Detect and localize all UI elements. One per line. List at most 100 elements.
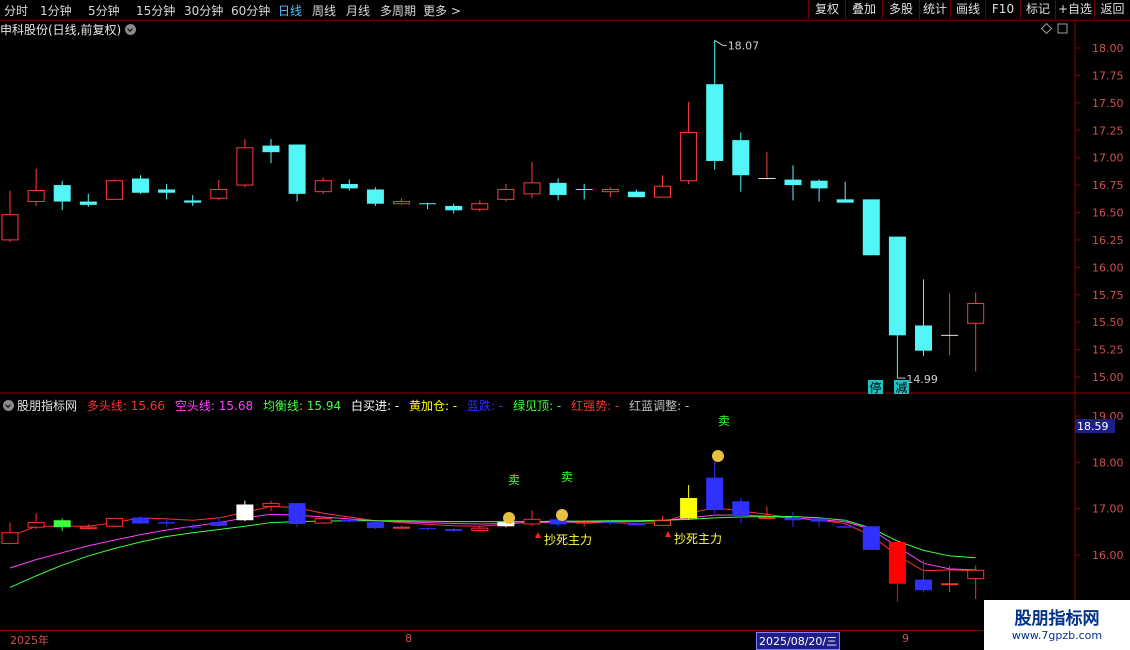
indicator-bar[interactable] — [236, 500, 254, 522]
candle-body — [680, 131, 698, 182]
candle[interactable] — [340, 179, 358, 191]
indicator-bar[interactable] — [967, 565, 985, 600]
axis-month-label: 8 — [405, 632, 412, 645]
candle[interactable] — [210, 179, 228, 201]
candle[interactable] — [627, 189, 645, 198]
green-top-value: 绿见顶: - — [513, 399, 562, 413]
candle[interactable] — [314, 177, 332, 194]
indicator-bar-body — [941, 583, 959, 586]
candle-body — [236, 147, 254, 186]
indicator-bar[interactable] — [706, 459, 724, 514]
candle[interactable] — [862, 199, 880, 256]
indicator-bar[interactable] — [210, 517, 228, 527]
indicator-bar-body — [627, 523, 645, 526]
candle[interactable] — [758, 152, 776, 180]
candle-body — [53, 185, 71, 202]
candle[interactable] — [184, 194, 202, 206]
indicator-bar[interactable] — [523, 510, 541, 526]
indicator-bar[interactable] — [471, 526, 489, 532]
indicator-bar-body — [393, 526, 410, 529]
indicator-bar[interactable] — [419, 527, 437, 531]
indicator-bar[interactable] — [654, 516, 671, 526]
candle[interactable] — [810, 179, 828, 202]
indicator-bar[interactable] — [288, 503, 306, 528]
candle-body — [471, 203, 489, 210]
indicator-bar-body — [967, 569, 985, 580]
indicator-bar[interactable] — [158, 519, 176, 527]
candle[interactable] — [366, 187, 384, 206]
candle[interactable] — [288, 144, 306, 202]
candle[interactable] — [132, 175, 149, 194]
indicator-bar[interactable] — [732, 498, 750, 524]
indicator-bar-body — [784, 517, 802, 521]
candle[interactable] — [79, 193, 97, 208]
indicator-bar[interactable] — [445, 528, 463, 533]
indicator-bar[interactable] — [366, 521, 384, 530]
indicator-bar[interactable] — [862, 526, 880, 550]
candle[interactable] — [967, 292, 985, 372]
candle[interactable] — [105, 179, 123, 200]
candle[interactable] — [888, 236, 906, 379]
candle-body — [967, 303, 985, 324]
price-tick-label: 15.50 — [1092, 316, 1124, 329]
candle[interactable] — [601, 187, 619, 198]
indicator-bar[interactable] — [314, 517, 332, 524]
candle-body — [523, 182, 541, 195]
candle-body — [314, 180, 332, 193]
candle[interactable] — [419, 202, 437, 210]
candle[interactable] — [941, 293, 959, 356]
indicator-bar[interactable] — [27, 513, 45, 530]
candle[interactable] — [236, 139, 254, 188]
chevron-down-icon[interactable] — [125, 24, 137, 35]
indicator-bar[interactable] — [132, 516, 149, 524]
kline-chart[interactable]: 18.00 17.75 17.50 17.25 17.00 16.75 16.50 16.25… — [0, 0, 1130, 650]
indicator-bar-body — [1, 532, 19, 544]
price-tick-label: 18.00 — [1092, 42, 1124, 55]
candle[interactable] — [393, 198, 410, 205]
indicator-bar[interactable] — [105, 517, 123, 527]
candle[interactable] — [445, 203, 463, 214]
indicator-bar[interactable] — [888, 542, 906, 602]
candle[interactable] — [53, 180, 71, 211]
candle[interactable] — [680, 101, 698, 184]
indicator-bar[interactable] — [79, 523, 97, 530]
indicator-bar[interactable] — [53, 518, 71, 531]
candle[interactable] — [706, 40, 724, 170]
price-tick-label: 15.00 — [1092, 371, 1124, 384]
candle[interactable] — [784, 165, 802, 201]
indicator-bar-body — [810, 518, 828, 522]
candle[interactable] — [836, 181, 854, 203]
candle[interactable] — [549, 178, 567, 201]
indicator-bar[interactable] — [262, 500, 280, 511]
indicator-bar[interactable] — [393, 525, 410, 529]
diamond-icon[interactable] — [1040, 22, 1053, 35]
candle[interactable] — [732, 132, 750, 192]
balance-line-value: 均衡线: 15.94 — [262, 399, 342, 413]
candle[interactable] — [471, 200, 489, 212]
candle[interactable] — [27, 168, 45, 206]
price-tick-label: 17.50 — [1092, 97, 1124, 110]
candle-body — [288, 144, 306, 194]
axis-month-label: 9 — [902, 632, 909, 645]
candle[interactable] — [915, 279, 932, 357]
indicator-bar[interactable] — [680, 485, 698, 520]
candle[interactable] — [262, 139, 280, 164]
indicator-bar[interactable] — [810, 517, 828, 528]
candle[interactable] — [523, 162, 541, 199]
indicator-bar-body — [706, 477, 724, 511]
indicator-bar[interactable] — [784, 511, 802, 527]
candle[interactable] — [575, 183, 593, 200]
indicator-bar[interactable] — [1, 522, 19, 545]
candle[interactable] — [1, 190, 19, 243]
indicator-bar[interactable] — [627, 522, 645, 526]
chevron-down-icon[interactable] — [3, 400, 14, 411]
indicator-bar-body — [132, 517, 149, 524]
indicator-bar-body — [575, 521, 593, 524]
price-tick-label: 17.00 — [1092, 152, 1124, 165]
maximize-icon[interactable] — [1057, 23, 1068, 34]
watermark-title: 股朋指标网 — [1014, 609, 1100, 629]
candle[interactable] — [654, 175, 671, 198]
candle[interactable] — [158, 183, 176, 200]
indicator-series-line — [9, 513, 976, 571]
candle[interactable] — [497, 183, 515, 202]
